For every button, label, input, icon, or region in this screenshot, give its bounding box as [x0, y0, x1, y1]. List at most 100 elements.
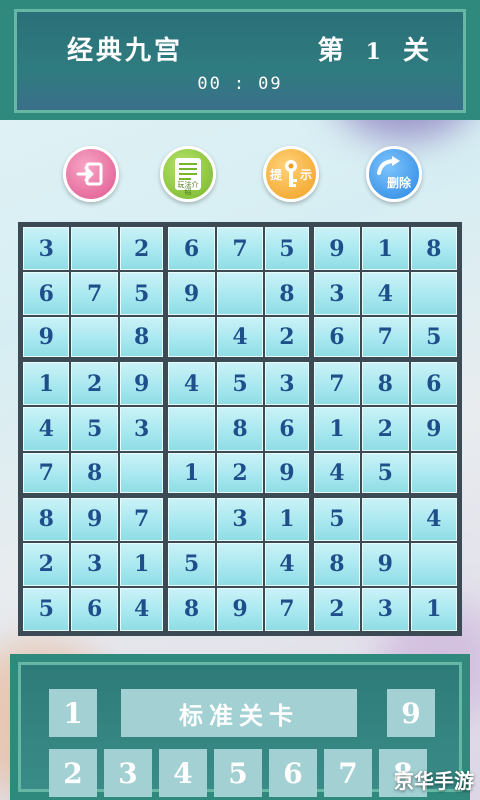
sudoku-cell[interactable]: 2 — [71, 362, 118, 406]
sudoku-cell[interactable]: 5 — [23, 587, 70, 631]
timer-seconds: 09 — [258, 74, 283, 94]
sudoku-cell[interactable] — [410, 272, 457, 316]
sudoku-cell[interactable]: 3 — [119, 407, 164, 451]
sudoku-cell[interactable]: 7 — [71, 272, 118, 316]
sudoku-cell[interactable]: 6 — [410, 362, 457, 406]
sudoku-cell[interactable]: 9 — [362, 542, 409, 586]
hint-button[interactable]: 提 示 — [263, 146, 319, 202]
sudoku-cell[interactable]: 8 — [71, 452, 118, 493]
mode-label-button[interactable]: 标准关卡 — [121, 689, 357, 737]
sudoku-cell[interactable]: 4 — [119, 587, 164, 631]
sudoku-cell[interactable]: 2 — [313, 587, 361, 631]
sudoku-cell[interactable]: 2 — [23, 542, 70, 586]
rules-button[interactable]: 玩法介绍 — [160, 146, 216, 202]
number-key[interactable]: 2 — [49, 749, 97, 797]
game-title: 经典九宫 — [67, 36, 184, 66]
sudoku-cell[interactable]: 5 — [313, 497, 361, 541]
sudoku-cell[interactable]: 5 — [216, 362, 264, 406]
sudoku-cell[interactable]: 4 — [168, 362, 215, 406]
sudoku-cell[interactable]: 6 — [168, 227, 215, 271]
sudoku-cell[interactable]: 6 — [23, 272, 70, 316]
sudoku-cell[interactable] — [168, 497, 215, 541]
sudoku-cell[interactable]: 9 — [313, 227, 361, 271]
sudoku-cell[interactable]: 5 — [410, 317, 457, 358]
exit-button[interactable] — [63, 146, 119, 202]
number-key[interactable]: 7 — [324, 749, 372, 797]
sudoku-cell[interactable]: 6 — [313, 317, 361, 358]
sudoku-cell[interactable]: 8 — [119, 317, 164, 358]
sudoku-cell[interactable] — [119, 452, 164, 493]
sudoku-cell[interactable]: 2 — [216, 452, 264, 493]
sudoku-cell[interactable]: 2 — [362, 407, 409, 451]
sudoku-cell[interactable]: 7 — [119, 497, 164, 541]
sudoku-cell[interactable]: 6 — [71, 587, 118, 631]
delete-button[interactable]: 删除 — [366, 146, 422, 202]
sudoku-cell[interactable]: 8 — [265, 272, 309, 316]
sudoku-cell[interactable]: 5 — [168, 542, 215, 586]
sudoku-cell[interactable]: 2 — [119, 227, 164, 271]
sudoku-cell[interactable]: 9 — [216, 587, 264, 631]
number-key[interactable]: 5 — [214, 749, 262, 797]
sudoku-cell[interactable]: 4 — [313, 452, 361, 493]
sudoku-cell[interactable]: 5 — [362, 452, 409, 493]
sudoku-grid: 3267591867598349842675129453786453861297… — [23, 227, 457, 631]
sudoku-cell[interactable]: 8 — [313, 542, 361, 586]
sudoku-cell[interactable]: 9 — [265, 452, 309, 493]
sudoku-cell[interactable]: 3 — [313, 272, 361, 316]
sudoku-cell[interactable]: 8 — [216, 407, 264, 451]
sudoku-cell[interactable] — [410, 452, 457, 493]
sudoku-cell[interactable]: 7 — [313, 362, 361, 406]
sudoku-cell[interactable]: 4 — [410, 497, 457, 541]
sudoku-cell[interactable]: 6 — [265, 407, 309, 451]
sudoku-cell[interactable]: 1 — [265, 497, 309, 541]
sudoku-cell[interactable]: 4 — [216, 317, 264, 358]
sudoku-cell[interactable]: 9 — [410, 407, 457, 451]
sudoku-cell[interactable]: 8 — [23, 497, 70, 541]
sudoku-cell[interactable]: 7 — [362, 317, 409, 358]
sudoku-cell[interactable] — [216, 272, 264, 316]
sudoku-cell[interactable]: 3 — [362, 587, 409, 631]
sudoku-cell[interactable] — [362, 497, 409, 541]
sudoku-cell[interactable]: 1 — [119, 542, 164, 586]
number-key[interactable]: 3 — [104, 749, 152, 797]
sudoku-cell[interactable]: 1 — [23, 362, 70, 406]
sudoku-cell[interactable]: 3 — [216, 497, 264, 541]
sudoku-cell[interactable]: 5 — [265, 227, 309, 271]
sudoku-cell[interactable]: 7 — [23, 452, 70, 493]
key-1[interactable]: 1 — [49, 689, 97, 737]
sudoku-cell[interactable] — [71, 317, 118, 358]
sudoku-cell[interactable]: 1 — [410, 587, 457, 631]
sudoku-cell[interactable]: 9 — [23, 317, 70, 358]
sudoku-cell[interactable]: 9 — [71, 497, 118, 541]
sudoku-cell[interactable]: 3 — [265, 362, 309, 406]
toolbar: 玩法介绍 提 示 删除 — [0, 146, 480, 206]
sudoku-cell[interactable]: 2 — [265, 317, 309, 358]
number-key[interactable]: 6 — [269, 749, 317, 797]
sudoku-cell[interactable]: 5 — [71, 407, 118, 451]
sudoku-cell[interactable]: 7 — [265, 587, 309, 631]
delete-label: 删除 — [386, 175, 411, 190]
sudoku-cell[interactable] — [410, 542, 457, 586]
sudoku-cell[interactable]: 5 — [119, 272, 164, 316]
sudoku-cell[interactable]: 1 — [362, 227, 409, 271]
timer-separator: : — [233, 74, 247, 94]
sudoku-cell[interactable]: 8 — [410, 227, 457, 271]
sudoku-cell[interactable] — [168, 407, 215, 451]
sudoku-cell[interactable]: 8 — [168, 587, 215, 631]
sudoku-cell[interactable]: 1 — [168, 452, 215, 493]
sudoku-cell[interactable]: 8 — [362, 362, 409, 406]
sudoku-cell[interactable] — [216, 542, 264, 586]
sudoku-cell[interactable]: 9 — [119, 362, 164, 406]
sudoku-cell[interactable]: 1 — [313, 407, 361, 451]
sudoku-cell[interactable] — [168, 317, 215, 358]
sudoku-cell[interactable]: 4 — [23, 407, 70, 451]
number-key[interactable]: 4 — [159, 749, 207, 797]
sudoku-cell[interactable]: 3 — [23, 227, 70, 271]
sudoku-cell[interactable]: 4 — [362, 272, 409, 316]
sudoku-cell[interactable]: 7 — [216, 227, 264, 271]
sudoku-cell[interactable]: 3 — [71, 542, 118, 586]
key-9[interactable]: 9 — [387, 689, 435, 737]
sudoku-cell[interactable] — [71, 227, 118, 271]
sudoku-cell[interactable]: 4 — [265, 542, 309, 586]
sudoku-cell[interactable]: 9 — [168, 272, 215, 316]
